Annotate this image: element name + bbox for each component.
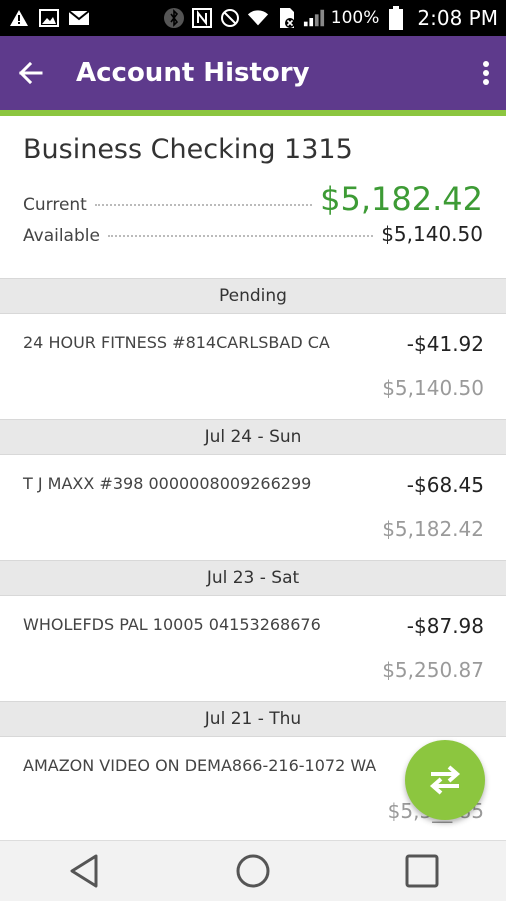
available-label: Available	[23, 226, 100, 246]
section-header: Jul 24 - Sun	[0, 419, 506, 455]
signal-icon	[303, 7, 325, 29]
transaction-description: 24 HOUR FITNESS #814CARLSBAD CA	[23, 333, 330, 352]
back-arrow-icon	[18, 61, 43, 85]
wifi-icon	[247, 7, 269, 29]
available-balance-value: $5,140.50	[381, 222, 483, 246]
running-balance: $5,182.42	[382, 517, 484, 541]
mail-icon	[68, 7, 90, 29]
transfer-icon	[429, 765, 461, 795]
clock: 2:08 PM	[417, 6, 498, 30]
do-not-disturb-icon	[219, 7, 241, 29]
nav-home-button[interactable]	[223, 841, 283, 901]
transaction-amount: -$41.92	[406, 332, 484, 356]
dotted-leader	[94, 204, 313, 206]
account-summary: Business Checking 1315 Current $5,182.42…	[0, 116, 506, 278]
account-name: Business Checking 1315	[23, 134, 353, 165]
section-header: Jul 21 - Thu	[0, 701, 506, 737]
status-bar: 100% 2:08 PM	[0, 0, 506, 36]
transaction-row[interactable]: 24 HOUR FITNESS #814CARLSBAD CA -$41.92 …	[0, 314, 506, 419]
image-icon	[38, 7, 60, 29]
running-balance: $5,140.50	[382, 376, 484, 400]
more-vert-icon	[483, 61, 489, 85]
current-balance-row: Current $5,182.42	[23, 180, 483, 218]
nfc-icon	[191, 7, 213, 29]
bluetooth-icon	[163, 7, 185, 29]
nav-back-button[interactable]	[54, 841, 114, 901]
battery-percent: 100%	[330, 8, 380, 28]
transaction-row[interactable]: WHOLEFDS PAL 10005 04153268676 -$87.98 $…	[0, 596, 506, 701]
current-label: Current	[23, 195, 87, 215]
system-nav-bar	[0, 840, 506, 901]
nav-recents-button[interactable]	[392, 841, 452, 901]
warning-icon	[8, 7, 30, 29]
available-balance-row: Available $5,140.50	[23, 222, 483, 246]
transaction-amount: -$68.45	[406, 473, 484, 497]
dotted-leader	[107, 235, 374, 237]
back-button[interactable]	[0, 36, 60, 110]
transfer-fab-button[interactable]	[405, 740, 485, 820]
transaction-description: T J MAXX #398 0000008009266299	[23, 474, 312, 493]
battery-icon	[385, 6, 407, 30]
current-balance-value: $5,182.42	[320, 180, 483, 218]
transaction-amount: -$87.98	[406, 614, 484, 638]
overflow-menu-button[interactable]	[466, 36, 506, 110]
transaction-description: AMAZON VIDEO ON DEMA866-216-1072 WA	[23, 756, 377, 775]
transaction-row[interactable]: T J MAXX #398 0000008009266299 -$68.45 $…	[0, 455, 506, 560]
app-bar: Account History	[0, 36, 506, 110]
section-header: Pending	[0, 278, 506, 314]
transaction-description: WHOLEFDS PAL 10005 04153268676	[23, 615, 321, 634]
running-balance: $5,250.87	[382, 658, 484, 682]
sim-icon	[275, 7, 297, 29]
section-header: Jul 23 - Sat	[0, 560, 506, 596]
back-nav-icon	[70, 854, 98, 888]
home-nav-icon	[236, 854, 270, 888]
page-title: Account History	[76, 58, 310, 88]
recents-nav-icon	[405, 854, 439, 888]
